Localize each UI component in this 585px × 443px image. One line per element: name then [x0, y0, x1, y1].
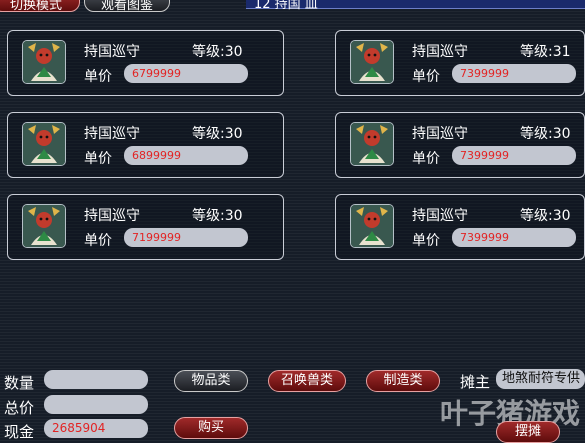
- unit-price-field: 7399999: [452, 64, 576, 83]
- unit-price-label: 单价: [412, 233, 440, 249]
- unit-price-label: 单价: [412, 69, 440, 85]
- unit-price-field: 6899999: [124, 146, 248, 165]
- switch-mode-button[interactable]: 切换模式: [0, 0, 80, 13]
- stall-owner-label: 摊主: [460, 373, 491, 391]
- total-price-field: [44, 395, 148, 414]
- unit-price-label: 单价: [412, 151, 440, 167]
- unit-price-field: 7399999: [452, 228, 576, 247]
- unit-price-field: 7399999: [452, 146, 576, 165]
- pet-name: 持国巡守: [412, 126, 468, 142]
- listing-card[interactable]: 持国巡守 等级:30 单价 7199999: [7, 194, 284, 260]
- buy-button[interactable]: 购买: [174, 417, 248, 439]
- unit-price-label: 单价: [84, 233, 112, 249]
- pet-name: 持国巡守: [84, 44, 140, 60]
- cash-label: 现金: [4, 423, 35, 441]
- pet-level: 等级:31: [520, 44, 571, 60]
- pet-level: 等级:30: [192, 208, 243, 224]
- header-text: 12 持国 皿: [254, 0, 318, 12]
- listing-card[interactable]: 持国巡守 等级:31 单价 7399999: [335, 30, 585, 96]
- stall-button[interactable]: 摆摊: [496, 421, 560, 443]
- quantity-input[interactable]: [44, 370, 148, 389]
- pet-avatar-icon: [350, 204, 394, 248]
- listing-card[interactable]: 持国巡守 等级:30 单价 6799999: [7, 30, 284, 96]
- unit-price-label: 单价: [84, 69, 112, 85]
- unit-price-label: 单价: [84, 151, 112, 167]
- pet-avatar-icon: [22, 204, 66, 248]
- pet-avatar-icon: [22, 122, 66, 166]
- pet-name: 持国巡守: [412, 208, 468, 224]
- summon-category-button[interactable]: 召唤兽类: [268, 370, 346, 392]
- listing-card[interactable]: 持国巡守 等级:30 单价 6899999: [7, 112, 284, 178]
- unit-price-field: 7199999: [124, 228, 248, 247]
- view-catalog-button[interactable]: 观看图鉴: [84, 0, 170, 13]
- cash-field: 2685904: [44, 419, 148, 438]
- unit-price-field: 6799999: [124, 64, 248, 83]
- pet-avatar-icon: [22, 40, 66, 84]
- pet-name: 持国巡守: [84, 208, 140, 224]
- crafting-category-button[interactable]: 制造类: [366, 370, 440, 392]
- stall-owner-field: 地煞耐符专供: [496, 369, 585, 389]
- pet-level: 等级:30: [192, 44, 243, 60]
- pet-level: 等级:30: [520, 208, 571, 224]
- listing-card[interactable]: 持国巡守 等级:30 单价 7399999: [335, 194, 585, 260]
- total-price-label: 总价: [4, 399, 35, 417]
- quantity-label: 数量: [4, 374, 35, 392]
- pet-level: 等级:30: [520, 126, 571, 142]
- pet-name: 持国巡守: [412, 44, 468, 60]
- pet-level: 等级:30: [192, 126, 243, 142]
- items-category-button[interactable]: 物品类: [174, 370, 248, 392]
- pet-avatar-icon: [350, 122, 394, 166]
- pet-avatar-icon: [350, 40, 394, 84]
- pet-name: 持国巡守: [84, 126, 140, 142]
- listing-card[interactable]: 持国巡守 等级:30 单价 7399999: [335, 112, 585, 178]
